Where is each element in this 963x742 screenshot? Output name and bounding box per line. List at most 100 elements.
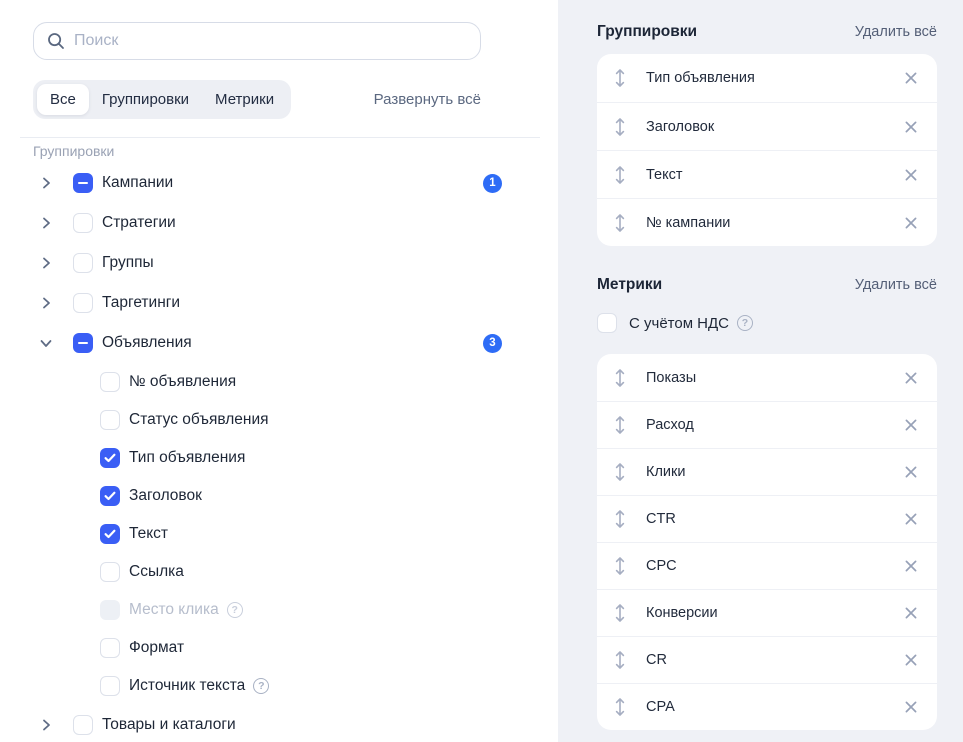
checkbox-unchecked[interactable] bbox=[73, 293, 93, 313]
tree-item-label: Объявления bbox=[102, 334, 192, 352]
drag-handle-icon[interactable] bbox=[614, 213, 627, 232]
tab-metrics[interactable]: Метрики bbox=[202, 84, 287, 115]
drag-handle-icon[interactable] bbox=[614, 69, 627, 88]
tree-item-label: Кампании bbox=[102, 174, 173, 192]
remove-icon[interactable] bbox=[903, 418, 918, 433]
grouping-item-label: Заголовок bbox=[646, 119, 903, 135]
tree-item-label: Текст bbox=[129, 525, 168, 543]
checkbox-unchecked[interactable] bbox=[100, 372, 120, 392]
checkbox-unchecked[interactable] bbox=[100, 562, 120, 582]
tab-groupings[interactable]: Группировки bbox=[89, 84, 202, 115]
help-icon[interactable]: ? bbox=[227, 602, 243, 618]
tree-item-campaigns[interactable]: Кампании 1 bbox=[33, 163, 502, 203]
checkbox-unchecked[interactable] bbox=[100, 638, 120, 658]
tree-item-strategies[interactable]: Стратегии bbox=[33, 203, 502, 243]
drag-handle-icon[interactable] bbox=[614, 463, 627, 482]
checkbox-unchecked[interactable] bbox=[597, 313, 617, 333]
expand-all-link[interactable]: Развернуть всё bbox=[374, 91, 481, 108]
search-input[interactable] bbox=[74, 32, 467, 50]
remove-icon[interactable] bbox=[903, 653, 918, 668]
metric-item-label: CTR bbox=[646, 511, 903, 527]
divider bbox=[20, 137, 540, 138]
tree-item-targetings[interactable]: Таргетинги bbox=[33, 283, 502, 323]
metric-item-cpc[interactable]: CPC bbox=[597, 542, 937, 589]
tree-item-label: Стратегии bbox=[102, 214, 176, 232]
drag-handle-icon[interactable] bbox=[614, 165, 627, 184]
drag-handle-icon[interactable] bbox=[614, 510, 627, 529]
chevron-right-icon[interactable] bbox=[38, 295, 54, 311]
remove-icon[interactable] bbox=[903, 119, 918, 134]
metric-item-clicks[interactable]: Клики bbox=[597, 448, 937, 495]
checkbox-disabled bbox=[100, 600, 120, 620]
metric-item-conversions[interactable]: Конверсии bbox=[597, 589, 937, 636]
metrics-card: Показы Расход Клики CTR CPC bbox=[597, 354, 937, 730]
grouping-item-ad-type[interactable]: Тип объявления bbox=[597, 54, 937, 102]
tree-item-label: Тип объявления bbox=[129, 449, 245, 467]
vat-checkbox-row[interactable]: С учётом НДС ? bbox=[597, 312, 937, 334]
remove-icon[interactable] bbox=[903, 465, 918, 480]
remove-icon[interactable] bbox=[903, 370, 918, 385]
grouping-item-text[interactable]: Текст bbox=[597, 150, 937, 198]
checkbox-unchecked[interactable] bbox=[73, 715, 93, 735]
metric-item-cr[interactable]: CR bbox=[597, 636, 937, 683]
help-icon[interactable]: ? bbox=[253, 678, 269, 694]
remove-icon[interactable] bbox=[903, 700, 918, 715]
metric-item-ctr[interactable]: CTR bbox=[597, 495, 937, 542]
tree-section-label: Группировки bbox=[33, 141, 502, 161]
tree-item-ad-status[interactable]: Статус объявления bbox=[33, 401, 502, 439]
drag-handle-icon[interactable] bbox=[614, 416, 627, 435]
drag-handle-icon[interactable] bbox=[614, 604, 627, 623]
metric-item-label: CPA bbox=[646, 699, 903, 715]
tree-item-ad-number[interactable]: № объявления bbox=[33, 363, 502, 401]
checkbox-indeterminate[interactable] bbox=[73, 173, 93, 193]
metric-item-cost[interactable]: Расход bbox=[597, 401, 937, 448]
checkbox-indeterminate[interactable] bbox=[73, 333, 93, 353]
remove-icon[interactable] bbox=[903, 606, 918, 621]
remove-icon[interactable] bbox=[903, 215, 918, 230]
tree-item-link[interactable]: Ссылка bbox=[33, 553, 502, 591]
chevron-right-icon[interactable] bbox=[38, 215, 54, 231]
drag-handle-icon[interactable] bbox=[614, 557, 627, 576]
drag-handle-icon[interactable] bbox=[614, 651, 627, 670]
checkbox-unchecked[interactable] bbox=[100, 676, 120, 696]
chevron-right-icon[interactable] bbox=[38, 255, 54, 271]
groupings-clear-all-link[interactable]: Удалить всё bbox=[855, 24, 937, 40]
help-icon[interactable]: ? bbox=[737, 315, 753, 331]
tab-all[interactable]: Все bbox=[37, 84, 89, 115]
tree-item-label: Источник текста bbox=[129, 677, 245, 695]
tree-item-ads[interactable]: Объявления 3 bbox=[33, 323, 502, 363]
remove-icon[interactable] bbox=[903, 167, 918, 182]
tree-item-text[interactable]: Текст bbox=[33, 515, 502, 553]
checkbox-checked[interactable] bbox=[100, 448, 120, 468]
chevron-down-icon[interactable] bbox=[38, 335, 54, 351]
tree-item-products-catalogs[interactable]: Товары и каталоги bbox=[33, 705, 502, 742]
remove-icon[interactable] bbox=[903, 71, 918, 86]
chevron-right-icon[interactable] bbox=[38, 175, 54, 191]
checkbox-unchecked[interactable] bbox=[73, 213, 93, 233]
tree-item-label: Статус объявления bbox=[129, 411, 269, 429]
remove-icon[interactable] bbox=[903, 559, 918, 574]
remove-icon[interactable] bbox=[903, 512, 918, 527]
tree-item-groups[interactable]: Группы bbox=[33, 243, 502, 283]
metric-item-cpa[interactable]: CPA bbox=[597, 683, 937, 730]
metric-item-impressions[interactable]: Показы bbox=[597, 354, 937, 401]
checkbox-checked[interactable] bbox=[100, 524, 120, 544]
checkbox-unchecked[interactable] bbox=[73, 253, 93, 273]
drag-handle-icon[interactable] bbox=[614, 698, 627, 717]
tree-item-text-source[interactable]: Источник текста ? bbox=[33, 667, 502, 705]
metric-item-label: Расход bbox=[646, 417, 903, 433]
drag-handle-icon[interactable] bbox=[614, 368, 627, 387]
checkbox-checked[interactable] bbox=[100, 486, 120, 506]
tree-item-format[interactable]: Формат bbox=[33, 629, 502, 667]
selected-columns-panel: Группировки Удалить всё Тип объявления З… bbox=[558, 0, 963, 742]
metric-item-label: Клики bbox=[646, 464, 903, 480]
chevron-right-icon[interactable] bbox=[38, 717, 54, 733]
checkbox-unchecked[interactable] bbox=[100, 410, 120, 430]
drag-handle-icon[interactable] bbox=[614, 117, 627, 136]
search-box[interactable] bbox=[33, 22, 481, 60]
metrics-clear-all-link[interactable]: Удалить всё bbox=[855, 277, 937, 293]
grouping-item-headline[interactable]: Заголовок bbox=[597, 102, 937, 150]
tree-item-ad-type[interactable]: Тип объявления bbox=[33, 439, 502, 477]
grouping-item-campaign-number[interactable]: № кампании bbox=[597, 198, 937, 246]
tree-item-headline[interactable]: Заголовок bbox=[33, 477, 502, 515]
